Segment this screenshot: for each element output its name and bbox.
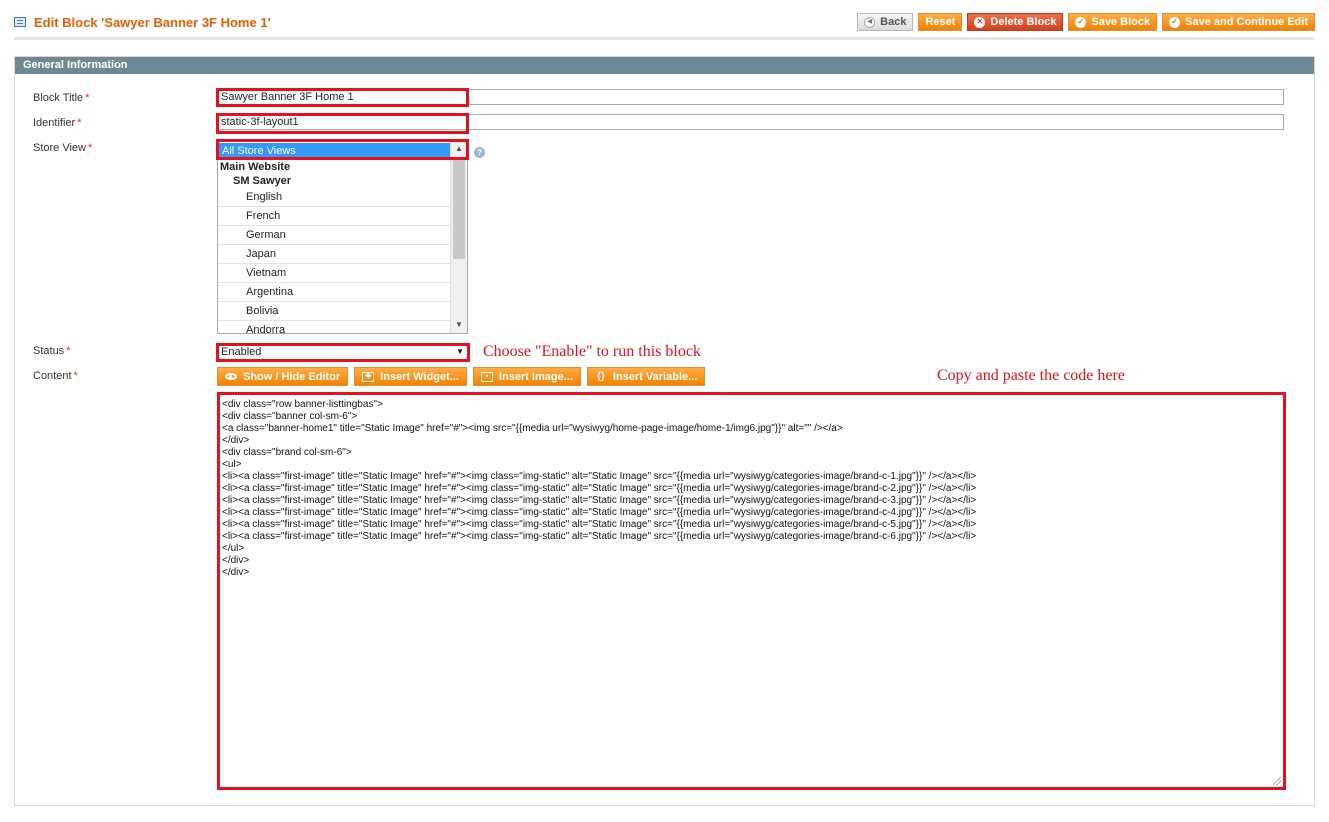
widget-icon: ✥ bbox=[362, 371, 375, 382]
store-view-options: All Store Views Main Website SM Sawyer E… bbox=[218, 141, 450, 333]
content-annotation: Copy and paste the code here bbox=[937, 367, 1125, 384]
variable-icon: {} bbox=[597, 370, 605, 382]
save-and-continue-button[interactable]: ✓ Save and Continue Edit bbox=[1162, 13, 1315, 31]
store-view-option[interactable]: Vietnam bbox=[218, 264, 450, 283]
insert-widget-button[interactable]: ✥ Insert Widget... bbox=[354, 367, 467, 386]
identifier-label: Identifier * bbox=[33, 117, 82, 129]
store-view-option[interactable]: Andorra bbox=[218, 321, 450, 333]
store-view-label: Store View * bbox=[33, 142, 93, 154]
page-header: Edit Block 'Sawyer Banner 3F Home 1' ◀ B… bbox=[14, 0, 1315, 40]
optgroup-store: SM Sawyer bbox=[233, 175, 292, 187]
editor-toolbar: Show / Hide Editor ✥ Insert Widget... ▪ … bbox=[217, 367, 706, 386]
delete-block-button[interactable]: ✕ Delete Block bbox=[967, 13, 1064, 31]
eye-icon bbox=[225, 373, 237, 380]
delete-button-label: Delete Block bbox=[990, 16, 1057, 28]
content-code[interactable]: <div class="row banner-listtingbas"> <di… bbox=[222, 399, 1281, 785]
block-title-label: Block Title * bbox=[33, 92, 90, 104]
reset-button-label: Reset bbox=[925, 16, 956, 28]
back-arrow-icon: ◀ bbox=[864, 16, 876, 28]
save-continue-button-label: Save and Continue Edit bbox=[1185, 16, 1308, 28]
store-view-option[interactable]: German bbox=[218, 226, 450, 245]
checkmark-icon: ✓ bbox=[1075, 16, 1087, 28]
status-label: Status * bbox=[33, 345, 71, 357]
help-icon[interactable]: ? bbox=[474, 147, 485, 158]
store-view-option[interactable]: Argentina bbox=[218, 283, 450, 302]
store-view-option[interactable]: French bbox=[218, 207, 450, 226]
store-view-multiselect[interactable]: All Store Views Main Website SM Sawyer E… bbox=[217, 140, 468, 334]
store-view-scrollbar[interactable]: ▲ ▼ bbox=[450, 141, 467, 333]
status-select-value: Enabled bbox=[221, 346, 262, 358]
insert-image-button[interactable]: ▪ Insert Image... bbox=[472, 367, 581, 386]
save-button-label: Save Block bbox=[1091, 16, 1151, 28]
delete-icon: ✕ bbox=[974, 16, 986, 28]
scrollbar-thumb[interactable] bbox=[453, 159, 465, 259]
header-actions: ◀ Back Reset ✕ Delete Block ✓ Save Block… bbox=[857, 13, 1315, 31]
block-title-input[interactable] bbox=[217, 89, 1284, 105]
store-view-option[interactable]: English bbox=[218, 188, 450, 207]
cms-block-icon bbox=[14, 17, 26, 27]
image-icon: ▪ bbox=[480, 371, 493, 382]
chevron-down-icon: ▼ bbox=[456, 347, 464, 356]
optgroup-website: Main Website bbox=[220, 161, 291, 173]
insert-variable-label: Insert Variable... bbox=[612, 370, 698, 383]
insert-image-label: Insert Image... bbox=[498, 370, 573, 383]
status-annotation: Choose "Enable" to run this block bbox=[483, 343, 701, 360]
store-view-option[interactable]: Japan bbox=[218, 245, 450, 264]
back-button-label: Back bbox=[880, 16, 907, 28]
status-select[interactable]: Enabled ▼ bbox=[217, 344, 468, 360]
back-button[interactable]: ◀ Back bbox=[857, 13, 914, 31]
insert-widget-label: Insert Widget... bbox=[380, 370, 459, 383]
scroll-down-icon[interactable]: ▼ bbox=[451, 317, 467, 333]
save-block-button[interactable]: ✓ Save Block bbox=[1068, 13, 1158, 31]
content-textarea[interactable]: <div class="row banner-listtingbas"> <di… bbox=[217, 392, 1286, 790]
show-hide-editor-label: Show / Hide Editor bbox=[243, 370, 341, 383]
store-view-option-all[interactable]: All Store Views bbox=[218, 143, 450, 160]
content-label: Content * bbox=[33, 370, 78, 382]
identifier-input[interactable] bbox=[217, 114, 1284, 130]
resize-handle-icon[interactable] bbox=[1273, 777, 1281, 785]
show-hide-editor-button[interactable]: Show / Hide Editor bbox=[217, 367, 349, 386]
checkmark-icon: ✓ bbox=[1169, 16, 1181, 28]
page-title: Edit Block 'Sawyer Banner 3F Home 1' bbox=[34, 15, 271, 30]
scroll-up-icon[interactable]: ▲ bbox=[451, 141, 467, 157]
store-view-option[interactable]: Bolivia bbox=[218, 302, 450, 321]
section-title: General Information bbox=[15, 57, 1314, 74]
insert-variable-button[interactable]: {} Insert Variable... bbox=[586, 367, 706, 386]
reset-button[interactable]: Reset bbox=[918, 13, 963, 31]
